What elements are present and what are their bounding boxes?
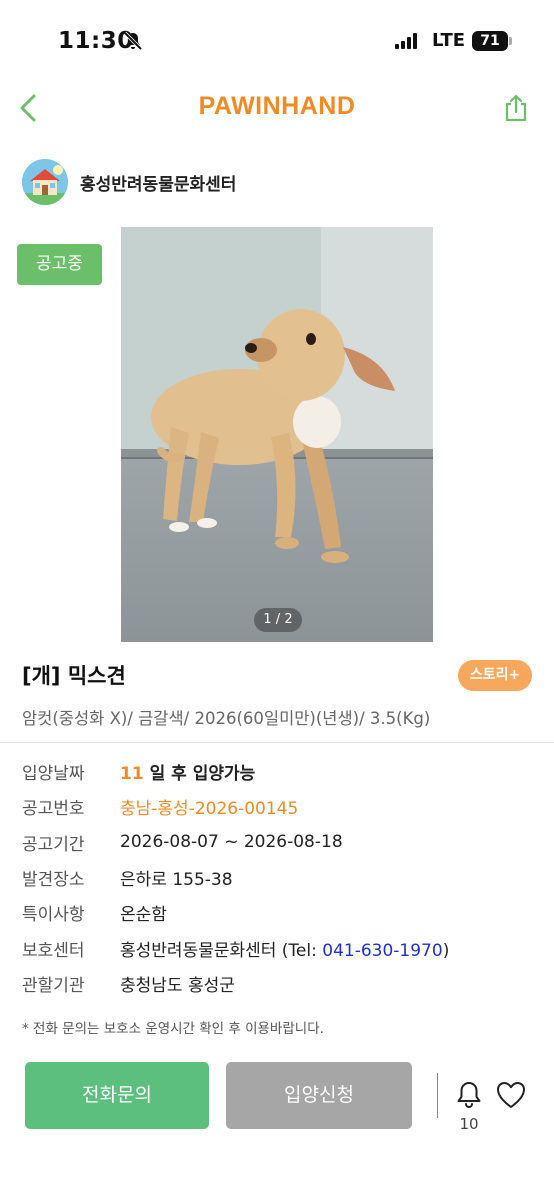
adoption-suffix: 일 후 입양가능 xyxy=(143,764,256,785)
pet-description: 암컷(중성화 X)/ 금갈색/ 2026(60일미만)(년생)/ 3.5(Kg) xyxy=(22,709,431,728)
battery-tip xyxy=(509,37,512,45)
notice-period: 2026-08-07 ~ 2026-08-18 xyxy=(120,832,343,853)
share-button[interactable] xyxy=(498,90,534,126)
battery-icon: 71 xyxy=(472,31,508,51)
info-label: 공고기간 xyxy=(22,834,85,855)
info-row-special-notes: 특이사항 온순함 xyxy=(22,895,542,930)
notice-number: 충남-홍성-2026-00145 xyxy=(120,799,299,820)
care-center-name: 홍성반려동물문화센터 (Tel: xyxy=(120,940,323,961)
info-label: 공고번호 xyxy=(22,799,85,820)
info-value: 11 일 후 입양가능 xyxy=(120,759,255,784)
care-center: 홍성반려동물문화센터 (Tel: 041-630-1970) xyxy=(120,936,449,961)
action-divider xyxy=(437,1073,438,1118)
call-button[interactable]: 전화문의 xyxy=(25,1062,209,1129)
status-badge: 공고중 xyxy=(17,244,102,285)
info-row-authority: 관할기관 충청남도 홍성군 xyxy=(22,966,542,1001)
story-button[interactable]: 스토리+ xyxy=(458,660,532,691)
info-label: 관할기관 xyxy=(22,975,85,996)
info-row-notice-number: 공고번호 충남-홍성-2026-00145 xyxy=(22,789,542,824)
divider xyxy=(0,742,554,743)
photo-pager: 1 / 2 xyxy=(254,608,302,632)
app-header: PAWINHAND xyxy=(0,80,554,140)
authority: 충청남도 홍성군 xyxy=(120,975,235,996)
shelter-row[interactable]: 홍성반려동물문화센터 xyxy=(22,158,236,206)
status-bar: 11:30 LTE 71 xyxy=(0,0,554,80)
notification-count: 10 xyxy=(459,1115,479,1133)
favorite-button[interactable] xyxy=(494,1078,528,1112)
share-icon xyxy=(505,94,527,122)
bell-icon xyxy=(457,1082,481,1108)
info-label: 특이사항 xyxy=(22,905,85,926)
shelter-name: 홍성반려동물문화센터 xyxy=(80,174,237,195)
info-row-adoption-date: 입양날짜 11 일 후 입양가능 xyxy=(22,754,542,789)
found-place: 은하로 155-38 xyxy=(120,870,233,891)
pet-title: [개] 믹스견 xyxy=(22,664,126,688)
pet-photo-image xyxy=(121,227,433,642)
info-row-found-place: 발견장소 은하로 155-38 xyxy=(22,860,542,895)
special-notes: 온순함 xyxy=(120,905,167,926)
shelter-house-icon xyxy=(22,159,68,205)
footnote: * 전화 문의는 보호소 운영시간 확인 후 이용바랍니다. xyxy=(22,1021,324,1037)
care-center-tel-link[interactable]: 041-630-1970 xyxy=(322,941,442,961)
adopt-button[interactable]: 입양신청 xyxy=(226,1062,412,1129)
pet-photo[interactable]: 1 / 2 xyxy=(121,227,433,642)
info-label: 보호센터 xyxy=(22,940,85,961)
signal-icon xyxy=(395,33,419,49)
info-row-care-center: 보호센터 홍성반려동물문화센터 (Tel: 041-630-1970) xyxy=(22,930,542,965)
care-center-suffix: ) xyxy=(442,940,450,961)
info-label: 발견장소 xyxy=(22,870,85,891)
bell-off-icon xyxy=(122,30,144,52)
info-label: 입양날짜 xyxy=(22,764,85,785)
adoption-days: 11 xyxy=(120,764,144,785)
brand-logo: PAWINHAND xyxy=(198,92,356,120)
notification-button[interactable] xyxy=(452,1078,486,1112)
info-list: 입양날짜 11 일 후 입양가능 공고번호 충남-홍성-2026-00145 공… xyxy=(22,754,542,1001)
network-type: LTE xyxy=(432,30,466,51)
heart-icon xyxy=(497,1082,525,1108)
info-row-notice-period: 공고기간 2026-08-07 ~ 2026-08-18 xyxy=(22,825,542,860)
